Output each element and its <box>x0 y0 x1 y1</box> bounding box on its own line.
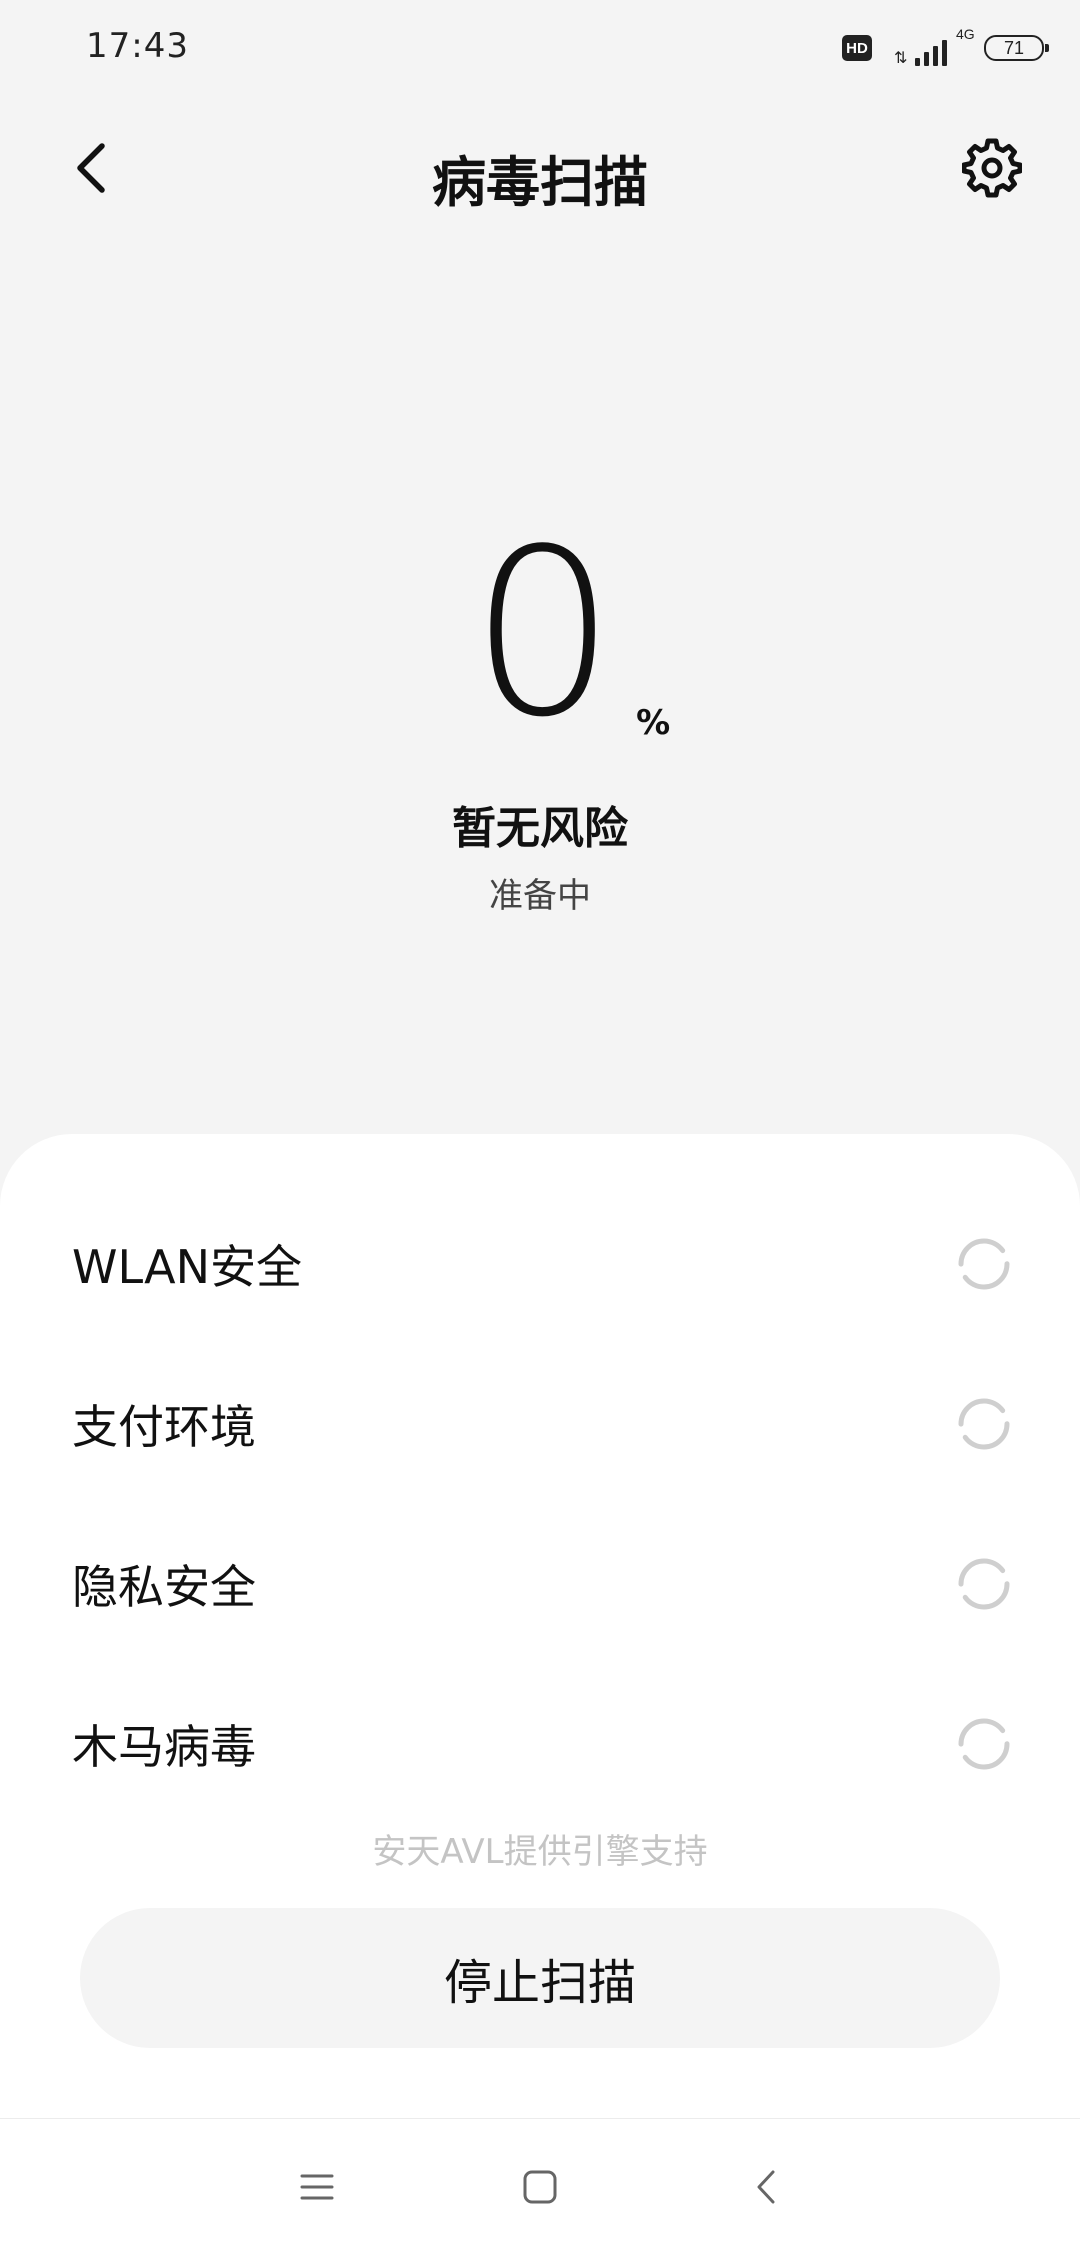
status-bar: 17:43 HD 4G ⇅ 71 <box>0 0 1080 96</box>
risk-status: 暂无风险 <box>452 803 628 854</box>
stop-scan-button[interactable]: 停止扫描 <box>80 1908 1000 2048</box>
loading-spinner-icon <box>958 1238 1010 1290</box>
scan-item-trojan: 木马病毒 <box>0 1664 1080 1824</box>
scan-item-wlan: WLAN安全 <box>0 1184 1080 1344</box>
signal-bar <box>915 58 921 66</box>
menu-icon <box>300 2174 334 2200</box>
scan-item-label: 支付环境 <box>72 1400 256 1454</box>
gear-icon <box>962 138 1022 198</box>
scan-item-label: WLAN安全 <box>72 1240 303 1294</box>
network-type: 4G <box>956 26 975 42</box>
progress-number: 0 <box>469 501 616 768</box>
settings-button[interactable] <box>960 136 1024 200</box>
battery-level: 71 <box>1003 37 1025 58</box>
nav-menu-button[interactable] <box>287 2157 347 2217</box>
scan-progress: 0 % 暂无风险 准备中 <box>0 520 1080 917</box>
home-square-icon <box>523 2170 557 2204</box>
hd-badge: HD <box>842 35 872 61</box>
navigation-bar <box>0 2118 1080 2248</box>
scan-phase: 准备中 <box>489 876 591 916</box>
scan-item-label: 木马病毒 <box>72 1720 256 1774</box>
progress-unit: % <box>636 703 671 743</box>
status-icons: HD 4G ⇅ 71 <box>842 26 1049 68</box>
loading-spinner-icon <box>958 1718 1010 1770</box>
scan-item-privacy: 隐私安全 <box>0 1504 1080 1664</box>
signal-bar <box>924 52 930 66</box>
engine-note: 安天AVL提供引擎支持 <box>372 1832 708 1872</box>
nav-back-button[interactable] <box>736 2157 796 2217</box>
data-arrows-icon: ⇅ <box>894 48 908 67</box>
page-title: 病毒扫描 <box>432 151 648 214</box>
scan-item-label: 隐私安全 <box>72 1560 256 1614</box>
battery-icon: 71 <box>984 35 1049 61</box>
status-time: 17:43 <box>86 26 189 66</box>
nav-home-button[interactable] <box>510 2157 570 2217</box>
loading-spinner-icon <box>958 1558 1010 1610</box>
scan-list: WLAN安全 支付环境 隐私安全 木马病毒 <box>0 1184 1080 1824</box>
signal-icon: 4G ⇅ <box>894 26 975 67</box>
signal-bar <box>933 46 939 66</box>
signal-bar <box>942 40 948 66</box>
progress-value: 0 % <box>470 520 670 750</box>
back-chevron-icon <box>757 2170 775 2204</box>
scan-items-sheet: WLAN安全 支付环境 隐私安全 木马病毒 安天AVL提供引擎支持 停止扫描 <box>0 1134 1080 2118</box>
loading-spinner-icon <box>958 1398 1010 1450</box>
scan-item-payment: 支付环境 <box>0 1344 1080 1504</box>
header: 病毒扫描 <box>0 110 1080 230</box>
